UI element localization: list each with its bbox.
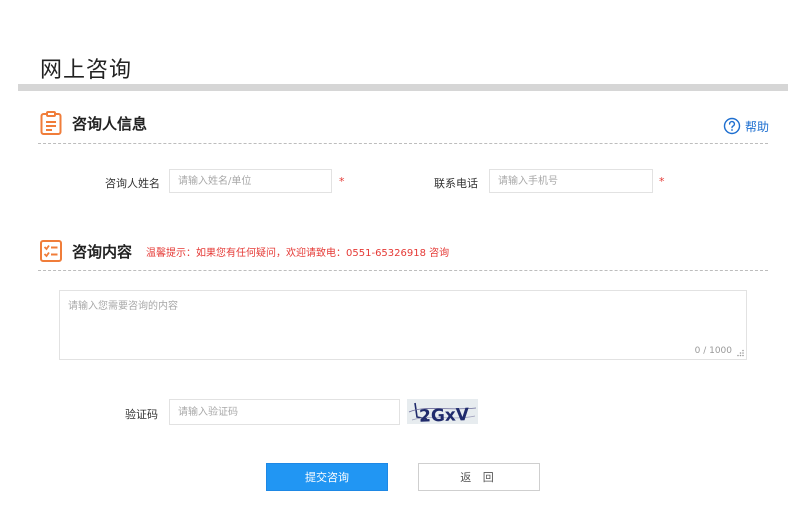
phone-required-mark: * bbox=[659, 175, 665, 188]
title-divider bbox=[18, 84, 788, 91]
section-divider-content bbox=[38, 270, 768, 271]
captcha-text: 2GxV bbox=[419, 405, 470, 424]
name-required-mark: * bbox=[339, 175, 345, 188]
contact-tip: 温馨提示：如果您有任何疑问，欢迎请致电：0551-65326918 咨询 bbox=[146, 247, 450, 259]
section-title-content: 咨询内容 bbox=[72, 242, 133, 261]
resize-grip-icon[interactable] bbox=[736, 349, 744, 357]
captcha-label: 验证码 bbox=[125, 408, 158, 421]
help-label: 帮助 bbox=[745, 119, 770, 134]
section-divider-info bbox=[38, 143, 768, 144]
section-title-info: 咨询人信息 bbox=[72, 114, 148, 133]
phone-input[interactable] bbox=[489, 169, 653, 193]
char-counter: 0 / 1000 bbox=[694, 346, 732, 356]
submit-button[interactable]: 提交咨询 bbox=[266, 463, 388, 491]
captcha-image[interactable]: 2GxV bbox=[407, 399, 478, 424]
section-header-info: 咨询人信息 bbox=[38, 108, 147, 138]
help-link[interactable]: 帮助 bbox=[723, 117, 769, 135]
name-label: 咨询人姓名 bbox=[105, 177, 160, 190]
phone-label: 联系电话 bbox=[434, 177, 478, 190]
clipboard-icon bbox=[40, 111, 62, 135]
question-circle-icon bbox=[723, 117, 741, 135]
content-textarea-container: 0 / 1000 bbox=[59, 290, 747, 360]
page-title: 网上咨询 bbox=[40, 58, 133, 83]
checklist-icon bbox=[40, 240, 62, 262]
section-header-content: 咨询内容 温馨提示：如果您有任何疑问，欢迎请致电：0551-65326918 咨… bbox=[38, 236, 449, 266]
captcha-input[interactable] bbox=[169, 399, 400, 425]
name-input[interactable] bbox=[169, 169, 332, 193]
content-textarea[interactable] bbox=[60, 291, 746, 359]
back-button[interactable]: 返 回 bbox=[418, 463, 540, 491]
